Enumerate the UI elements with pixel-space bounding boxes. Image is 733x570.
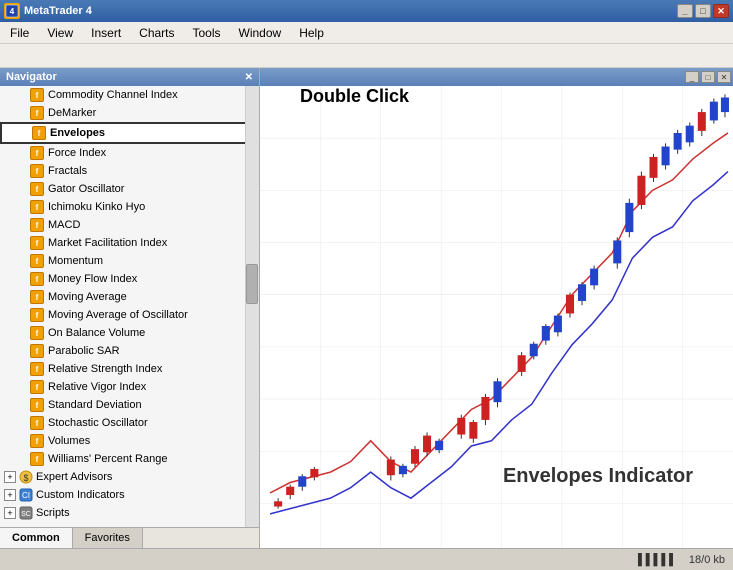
expand-icon: + <box>4 471 16 483</box>
expand-icon: + <box>4 507 16 519</box>
indicator-icon: f <box>30 380 44 394</box>
list-item[interactable]: f Moving Average <box>0 288 259 306</box>
navigator-scrollbar[interactable] <box>245 86 259 527</box>
indicator-icon: f <box>30 106 44 120</box>
indicator-icon: f <box>30 254 44 268</box>
menu-charts[interactable]: Charts <box>131 24 182 42</box>
title-bar: 4 MetaTrader 4 _ □ ✕ <box>0 0 733 22</box>
list-item[interactable]: f Parabolic SAR <box>0 342 259 360</box>
indicator-icon: f <box>30 218 44 232</box>
list-item-envelopes[interactable]: f Envelopes <box>0 122 259 144</box>
app-icon: 4 <box>4 3 20 19</box>
expert-advisors-label: Expert Advisors <box>36 471 112 483</box>
scripts-label: Scripts <box>36 507 70 519</box>
list-item-custom-indicators[interactable]: + CI Custom Indicators <box>0 486 259 504</box>
list-item[interactable]: f Volumes <box>0 432 259 450</box>
menu-file[interactable]: File <box>2 24 37 42</box>
inner-maximize-button[interactable]: □ <box>701 71 715 83</box>
title-bar-controls: _ □ ✕ <box>677 4 729 18</box>
navigator-header: Navigator ✕ <box>0 68 259 86</box>
toolbar <box>0 44 733 68</box>
svg-text:4: 4 <box>10 7 15 16</box>
menu-window[interactable]: Window <box>231 24 290 42</box>
list-item[interactable]: f Ichimoku Kinko Hyo <box>0 198 259 216</box>
menu-view[interactable]: View <box>39 24 81 42</box>
indicator-icon: f <box>30 290 44 304</box>
navigator-title: Navigator <box>6 71 57 83</box>
chart-area[interactable]: _ □ ✕ <box>260 68 733 548</box>
menu-help[interactable]: Help <box>291 24 332 42</box>
indicator-icon: f <box>30 272 44 286</box>
title-bar-left: 4 MetaTrader 4 <box>4 3 92 19</box>
list-item[interactable]: f Money Flow Index <box>0 270 259 288</box>
list-item[interactable]: f Fractals <box>0 162 259 180</box>
inner-title-bar: _ □ ✕ <box>260 68 733 86</box>
indicator-icon: f <box>30 182 44 196</box>
list-item[interactable]: f DeMarker <box>0 104 259 122</box>
list-item[interactable]: f Relative Strength Index <box>0 360 259 378</box>
list-item[interactable]: f Force Index <box>0 144 259 162</box>
indicator-icon: f <box>30 344 44 358</box>
indicator-icon: f <box>30 164 44 178</box>
minimize-button[interactable]: _ <box>677 4 693 18</box>
envelopes-indicator-label: Envelopes Indicator <box>503 465 693 488</box>
inner-close-button[interactable]: ✕ <box>717 71 731 83</box>
menu-insert[interactable]: Insert <box>83 24 129 42</box>
menu-tools[interactable]: Tools <box>185 24 229 42</box>
indicator-icon: f <box>30 326 44 340</box>
svg-text:CI: CI <box>22 491 30 500</box>
expert-advisors-icon: $ <box>19 470 33 484</box>
inner-minimize-button[interactable]: _ <box>685 71 699 83</box>
double-click-label: Double Click <box>300 86 409 107</box>
custom-indicators-label: Custom Indicators <box>36 489 125 501</box>
indicator-icon: f <box>30 398 44 412</box>
navigator-panel: Navigator ✕ f Commodity Channel Index f … <box>0 68 260 548</box>
list-item[interactable]: f Williams' Percent Range <box>0 450 259 468</box>
indicator-icon: f <box>30 452 44 466</box>
navigator-body: f Commodity Channel Index f DeMarker f E… <box>0 86 259 527</box>
indicator-icon: f <box>30 416 44 430</box>
menu-bar: File View Insert Charts Tools Window Hel… <box>0 22 733 44</box>
list-item[interactable]: f MACD <box>0 216 259 234</box>
indicator-icon: f <box>30 308 44 322</box>
status-info: 18/0 kb <box>689 554 725 566</box>
status-indicator: ▐▐▐▐▐ <box>634 554 673 566</box>
list-item-expert-advisors[interactable]: + $ Expert Advisors <box>0 468 259 486</box>
list-item-scripts[interactable]: + SC Scripts <box>0 504 259 522</box>
custom-indicators-icon: CI <box>19 488 33 502</box>
indicator-list: f Commodity Channel Index f DeMarker f E… <box>0 86 259 527</box>
svg-text:$: $ <box>23 473 28 483</box>
list-item[interactable]: f Moving Average of Oscillator <box>0 306 259 324</box>
indicator-icon: f <box>30 200 44 214</box>
indicator-icon: f <box>30 362 44 376</box>
indicator-icon: f <box>32 126 46 140</box>
list-item[interactable]: f Standard Deviation <box>0 396 259 414</box>
list-item[interactable]: f On Balance Volume <box>0 324 259 342</box>
navigator-tabs: Common Favorites <box>0 527 259 548</box>
svg-text:SC: SC <box>21 511 31 518</box>
scrollbar-thumb[interactable] <box>246 264 258 304</box>
list-item[interactable]: f Market Facilitation Index <box>0 234 259 252</box>
tab-favorites[interactable]: Favorites <box>73 528 143 548</box>
list-item[interactable]: f Relative Vigor Index <box>0 378 259 396</box>
expand-icon: + <box>4 489 16 501</box>
scripts-icon: SC <box>19 506 33 520</box>
navigator-close-button[interactable]: ✕ <box>245 72 253 83</box>
list-item[interactable]: f Commodity Channel Index <box>0 86 259 104</box>
list-item[interactable]: f Gator Oscillator <box>0 180 259 198</box>
main-content: Navigator ✕ f Commodity Channel Index f … <box>0 68 733 548</box>
close-button[interactable]: ✕ <box>713 4 729 18</box>
indicator-icon: f <box>30 434 44 448</box>
app-title: MetaTrader 4 <box>24 5 92 17</box>
list-item[interactable]: f Stochastic Oscillator <box>0 414 259 432</box>
tab-common[interactable]: Common <box>0 528 73 548</box>
list-item[interactable]: f Momentum <box>0 252 259 270</box>
maximize-button[interactable]: □ <box>695 4 711 18</box>
indicator-icon: f <box>30 88 44 102</box>
indicator-icon: f <box>30 146 44 160</box>
indicator-icon: f <box>30 236 44 250</box>
status-bar: ▐▐▐▐▐ 18/0 kb <box>0 548 733 570</box>
